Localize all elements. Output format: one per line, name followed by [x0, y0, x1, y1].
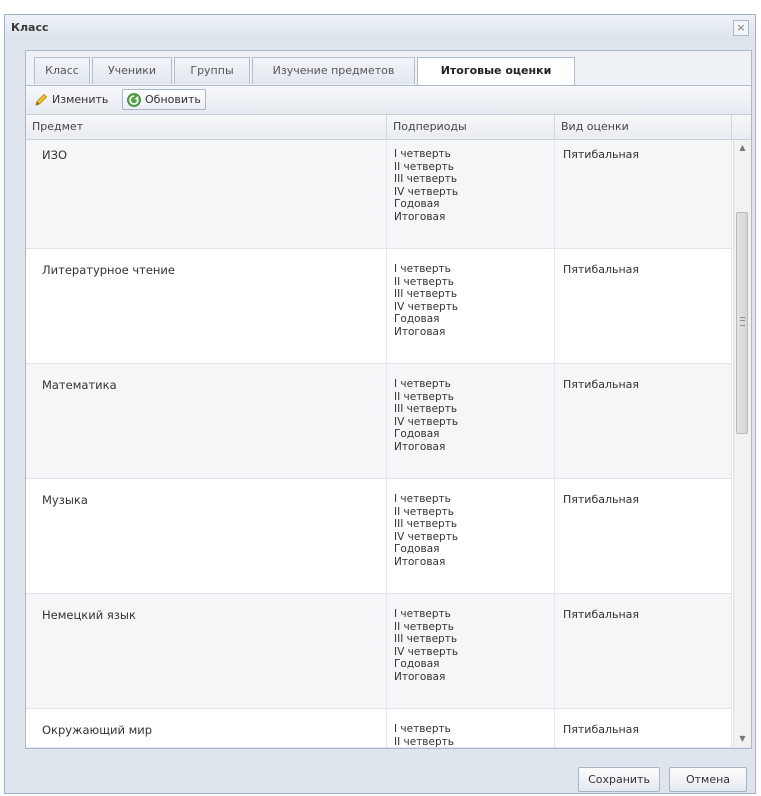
grid-header: Предмет Подпериоды Вид оценки	[26, 115, 751, 140]
column-header-grade-type[interactable]: Вид оценки	[555, 115, 732, 139]
periods-cell: I четверть II четверть III четверть IV ч…	[387, 140, 555, 248]
tab-groups[interactable]: Группы	[174, 57, 250, 84]
subject-cell: Литературное чтение	[26, 249, 387, 363]
dialog-title: Класс	[11, 21, 49, 34]
tab-subject-study[interactable]: Изучение предметов	[252, 57, 415, 84]
table-row[interactable]: Немецкий язык I четверть II четверть III…	[26, 594, 732, 709]
grade-type-cell: Пятибальная	[555, 249, 732, 363]
edit-label: Изменить	[52, 93, 109, 106]
period-item: Итоговая	[394, 325, 446, 338]
period-item: Годовая	[394, 543, 440, 555]
period-item: II четверть	[394, 160, 454, 173]
edit-button[interactable]: Изменить	[30, 89, 112, 110]
column-header-periods[interactable]: Подпериоды	[387, 115, 555, 139]
pencil-icon	[33, 92, 49, 108]
tab-final-grades[interactable]: Итоговые оценки	[417, 57, 575, 85]
period-item: IV четверть	[394, 645, 459, 658]
tab-class[interactable]: Класс	[34, 57, 90, 84]
period-item: II четверть	[394, 390, 454, 403]
period-item: Годовая	[394, 428, 440, 440]
period-item: Годовая	[394, 313, 440, 325]
period-item: IV четверть	[394, 185, 459, 198]
periods-cell: I четверть II четверть III четверть IV ч…	[387, 479, 555, 593]
period-item: III четверть	[394, 403, 458, 415]
subject-cell: Окружающий мир	[26, 709, 387, 747]
grades-grid: Предмет Подпериоды Вид оценки ИЗО I четв…	[26, 115, 751, 747]
refresh-icon	[126, 92, 142, 108]
cancel-button[interactable]: Отмена	[669, 767, 747, 792]
close-icon[interactable]: ×	[733, 20, 749, 36]
subject-cell: Музыка	[26, 479, 387, 593]
table-row[interactable]: ИЗО I четверть II четверть III четверть …	[26, 140, 732, 249]
grade-type-cell: Пятибальная	[555, 364, 732, 478]
grip-icon	[740, 317, 745, 326]
period-item: II четверть	[394, 505, 454, 518]
periods-cell: I четверть II четверть III четверть IV ч…	[387, 364, 555, 478]
period-item: II четверть	[394, 275, 454, 288]
period-item: IV четверть	[394, 300, 459, 313]
column-header-subject[interactable]: Предмет	[26, 115, 387, 139]
subject-cell: Математика	[26, 364, 387, 478]
table-row[interactable]: Музыка I четверть II четверть III четвер…	[26, 479, 732, 594]
table-row[interactable]: Математика I четверть II четверть III че…	[26, 364, 732, 479]
vertical-scrollbar[interactable]: ▲ ▼	[733, 140, 751, 747]
period-item: II четверть	[394, 735, 454, 748]
period-item: Итоговая	[394, 210, 446, 223]
period-item: IV четверть	[394, 415, 459, 428]
periods-cell: I четверть II четверть	[387, 709, 555, 747]
grade-type-cell: Пятибальная	[555, 479, 732, 593]
toolbar: Изменить Обновить	[26, 86, 751, 115]
period-item: IV четверть	[394, 530, 459, 543]
period-item: II четверть	[394, 620, 454, 633]
grade-type-cell: Пятибальная	[555, 140, 732, 248]
periods-cell: I четверть II четверть III четверть IV ч…	[387, 249, 555, 363]
period-item: III четверть	[394, 288, 458, 300]
dialog-header: Класс ×	[5, 15, 755, 41]
period-item: I четверть	[394, 723, 451, 735]
period-item: Годовая	[394, 658, 440, 670]
period-item: Итоговая	[394, 670, 446, 683]
refresh-button[interactable]: Обновить	[122, 89, 206, 110]
scrollbar-thumb[interactable]	[736, 212, 748, 434]
tab-strip: Класс Ученики Группы Изучение предметов …	[26, 51, 751, 86]
save-button[interactable]: Сохранить	[578, 767, 660, 792]
scroll-down-arrow-icon[interactable]: ▼	[734, 731, 751, 747]
scroll-up-arrow-icon[interactable]: ▲	[734, 140, 751, 156]
period-item: Итоговая	[394, 440, 446, 453]
period-item: Годовая	[394, 198, 440, 210]
period-item: I четверть	[394, 493, 451, 505]
periods-cell: I четверть II четверть III четверть IV ч…	[387, 594, 555, 708]
period-item: I четверть	[394, 148, 451, 160]
grid-body: ИЗО I четверть II четверть III четверть …	[26, 140, 732, 747]
grade-type-cell: Пятибальная	[555, 709, 732, 747]
period-item: III четверть	[394, 518, 458, 530]
subject-cell: Немецкий язык	[26, 594, 387, 708]
refresh-label: Обновить	[145, 93, 201, 106]
tab-panel: Класс Ученики Группы Изучение предметов …	[25, 50, 752, 749]
period-item: Итоговая	[394, 555, 446, 568]
period-item: I четверть	[394, 378, 451, 390]
table-row[interactable]: Окружающий мир I четверть II четверть Пя…	[26, 709, 732, 747]
period-item: III четверть	[394, 173, 458, 185]
class-dialog: Класс × Класс Ученики Группы Изучение пр…	[4, 14, 756, 794]
period-item: I четверть	[394, 608, 451, 620]
period-item: III четверть	[394, 633, 458, 645]
period-item: I четверть	[394, 263, 451, 275]
subject-cell: ИЗО	[26, 140, 387, 248]
tab-students[interactable]: Ученики	[92, 57, 172, 84]
table-row[interactable]: Литературное чтение I четверть II четвер…	[26, 249, 732, 364]
grade-type-cell: Пятибальная	[555, 594, 732, 708]
